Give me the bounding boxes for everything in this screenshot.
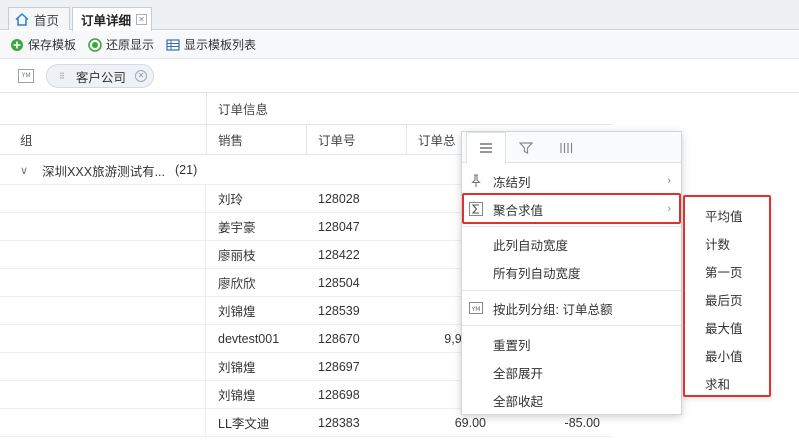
col-header-sales[interactable]: 销售	[206, 125, 243, 154]
tab-bar: 首页 订单详细 ✕	[0, 0, 799, 31]
cell-order-number: 128422	[318, 247, 360, 262]
cell-sales: 刘锦煌	[218, 361, 256, 375]
menu-item-freeze-label: 冻结列	[493, 175, 531, 190]
menu-item-autosize-column-label: 此列自动宽度	[493, 238, 569, 253]
group-chip-customer-company[interactable]: ⠿ 客户公司 ✕	[46, 64, 154, 88]
aggregate-submenu: 平均值 计数 第一页 最后页 最大值 最小值 求和	[683, 195, 771, 397]
filter-icon	[519, 141, 533, 154]
menu-item-expand-all-label: 全部展开	[493, 366, 544, 381]
tab-home[interactable]: 首页	[8, 7, 70, 30]
cell-order-number: 128047	[318, 219, 360, 234]
svg-text:YM: YM	[471, 306, 481, 313]
menu-item-autosize-column[interactable]: 此列自动宽度	[462, 230, 681, 258]
columns-icon	[560, 142, 573, 153]
drag-handle-icon[interactable]: ⠿	[59, 72, 66, 81]
cell-sales: 刘锦煌	[218, 305, 256, 319]
submenu-item-min[interactable]: 最小值	[685, 341, 769, 369]
col-header-group[interactable]: 组	[8, 125, 33, 154]
menu-item-freeze[interactable]: 冻结列 ›	[462, 167, 681, 195]
menu-item-autosize-all-label: 所有列自动宽度	[493, 266, 581, 281]
menu-tab-general[interactable]	[466, 132, 506, 164]
submenu-item-count[interactable]: 计数	[685, 229, 769, 257]
restore-display-button[interactable]: 还原显示	[88, 36, 154, 53]
add-icon	[11, 38, 23, 51]
group-by-icon: YM	[469, 302, 483, 314]
restore-icon	[88, 37, 102, 52]
chevron-right-icon: ›	[667, 175, 671, 187]
cell-order-number: 128670	[318, 331, 360, 346]
tab-home-label: 首页	[34, 13, 60, 28]
column-context-menu: 冻结列 › 聚合求值 › 此列自动宽度 所有列自动宽度 YM 按此列分组: 订单…	[461, 131, 682, 415]
group-header-order-info: 订单信息	[218, 103, 269, 117]
cell-order-number: 128028	[318, 191, 360, 206]
menu-item-reset-label: 重置列	[493, 338, 531, 353]
restore-display-label: 还原显示	[106, 38, 155, 52]
menu-tab-columns[interactable]	[546, 132, 586, 163]
cell-sales: 姜宇豪	[218, 221, 256, 235]
save-template-button[interactable]: 保存模板	[10, 36, 76, 53]
tab-order-detail-label: 订单详细	[81, 14, 132, 28]
cell-order-number: 128539	[318, 303, 360, 318]
group-by-bar: YM ⠿ 客户公司 ✕	[0, 59, 799, 93]
save-template-label: 保存模板	[28, 38, 77, 52]
menu-item-autosize-all[interactable]: 所有列自动宽度	[462, 258, 681, 286]
cell-order-number: 128504	[318, 275, 360, 290]
submenu-item-sum[interactable]: 求和	[685, 369, 769, 397]
tab-order-detail[interactable]: 订单详细 ✕	[72, 7, 152, 31]
menu-tab-filter[interactable]	[506, 132, 546, 163]
menu-item-collapse-all-label: 全部收起	[493, 394, 544, 409]
cell-sales: 刘锦煌	[218, 389, 256, 403]
cell-order-number: 128383	[318, 415, 360, 430]
menu-lines-icon	[480, 143, 492, 153]
list-icon	[166, 38, 180, 51]
group-row-name: 深圳XXX旅游测试有...	[42, 164, 165, 179]
highlight-box	[462, 193, 681, 224]
group-panel-icon: YM	[18, 69, 34, 83]
close-icon[interactable]: ✕	[136, 14, 148, 25]
chevron-down-icon[interactable]: ∨	[20, 164, 28, 177]
cell-sales: LL李文迪	[218, 417, 270, 431]
cell-sales: 刘玲	[218, 193, 244, 207]
group-chip-label: 客户公司	[75, 70, 126, 85]
submenu-item-max[interactable]: 最大值	[685, 313, 769, 341]
cell-sales: 廖欣欣	[218, 277, 256, 291]
menu-item-group-by-label: 按此列分组: 订单总额	[493, 302, 613, 317]
menu-item-group-by[interactable]: YM 按此列分组: 订单总额	[462, 294, 681, 322]
toolbar: 保存模板 还原显示 显示模板列表	[0, 31, 799, 59]
show-template-list-button[interactable]: 显示模板列表	[166, 36, 256, 53]
column-group-header: 订单信息	[0, 93, 612, 125]
menu-item-reset[interactable]: 重置列	[462, 330, 681, 358]
home-icon	[15, 12, 29, 26]
remove-group-icon[interactable]: ✕	[135, 70, 147, 82]
menu-item-collapse-all[interactable]: 全部收起	[462, 386, 681, 414]
col-header-order-number[interactable]: 订单号	[306, 125, 356, 154]
submenu-item-last[interactable]: 最后页	[685, 285, 769, 313]
pin-icon	[471, 174, 481, 187]
submenu-item-first[interactable]: 第一页	[685, 257, 769, 285]
cell-order-number: 128698	[318, 387, 360, 402]
group-row-count: (21)	[175, 163, 198, 177]
show-template-list-label: 显示模板列表	[184, 38, 257, 52]
cell-order-number: 128697	[318, 359, 360, 374]
cell-sales: devtest001	[218, 331, 280, 346]
cell-sales: 廖丽枝	[218, 249, 256, 263]
menu-item-expand-all[interactable]: 全部展开	[462, 358, 681, 386]
submenu-item-average[interactable]: 平均值	[685, 201, 769, 229]
col-header-order-amount[interactable]: 订单总	[406, 125, 456, 154]
menu-tabs	[462, 132, 681, 164]
